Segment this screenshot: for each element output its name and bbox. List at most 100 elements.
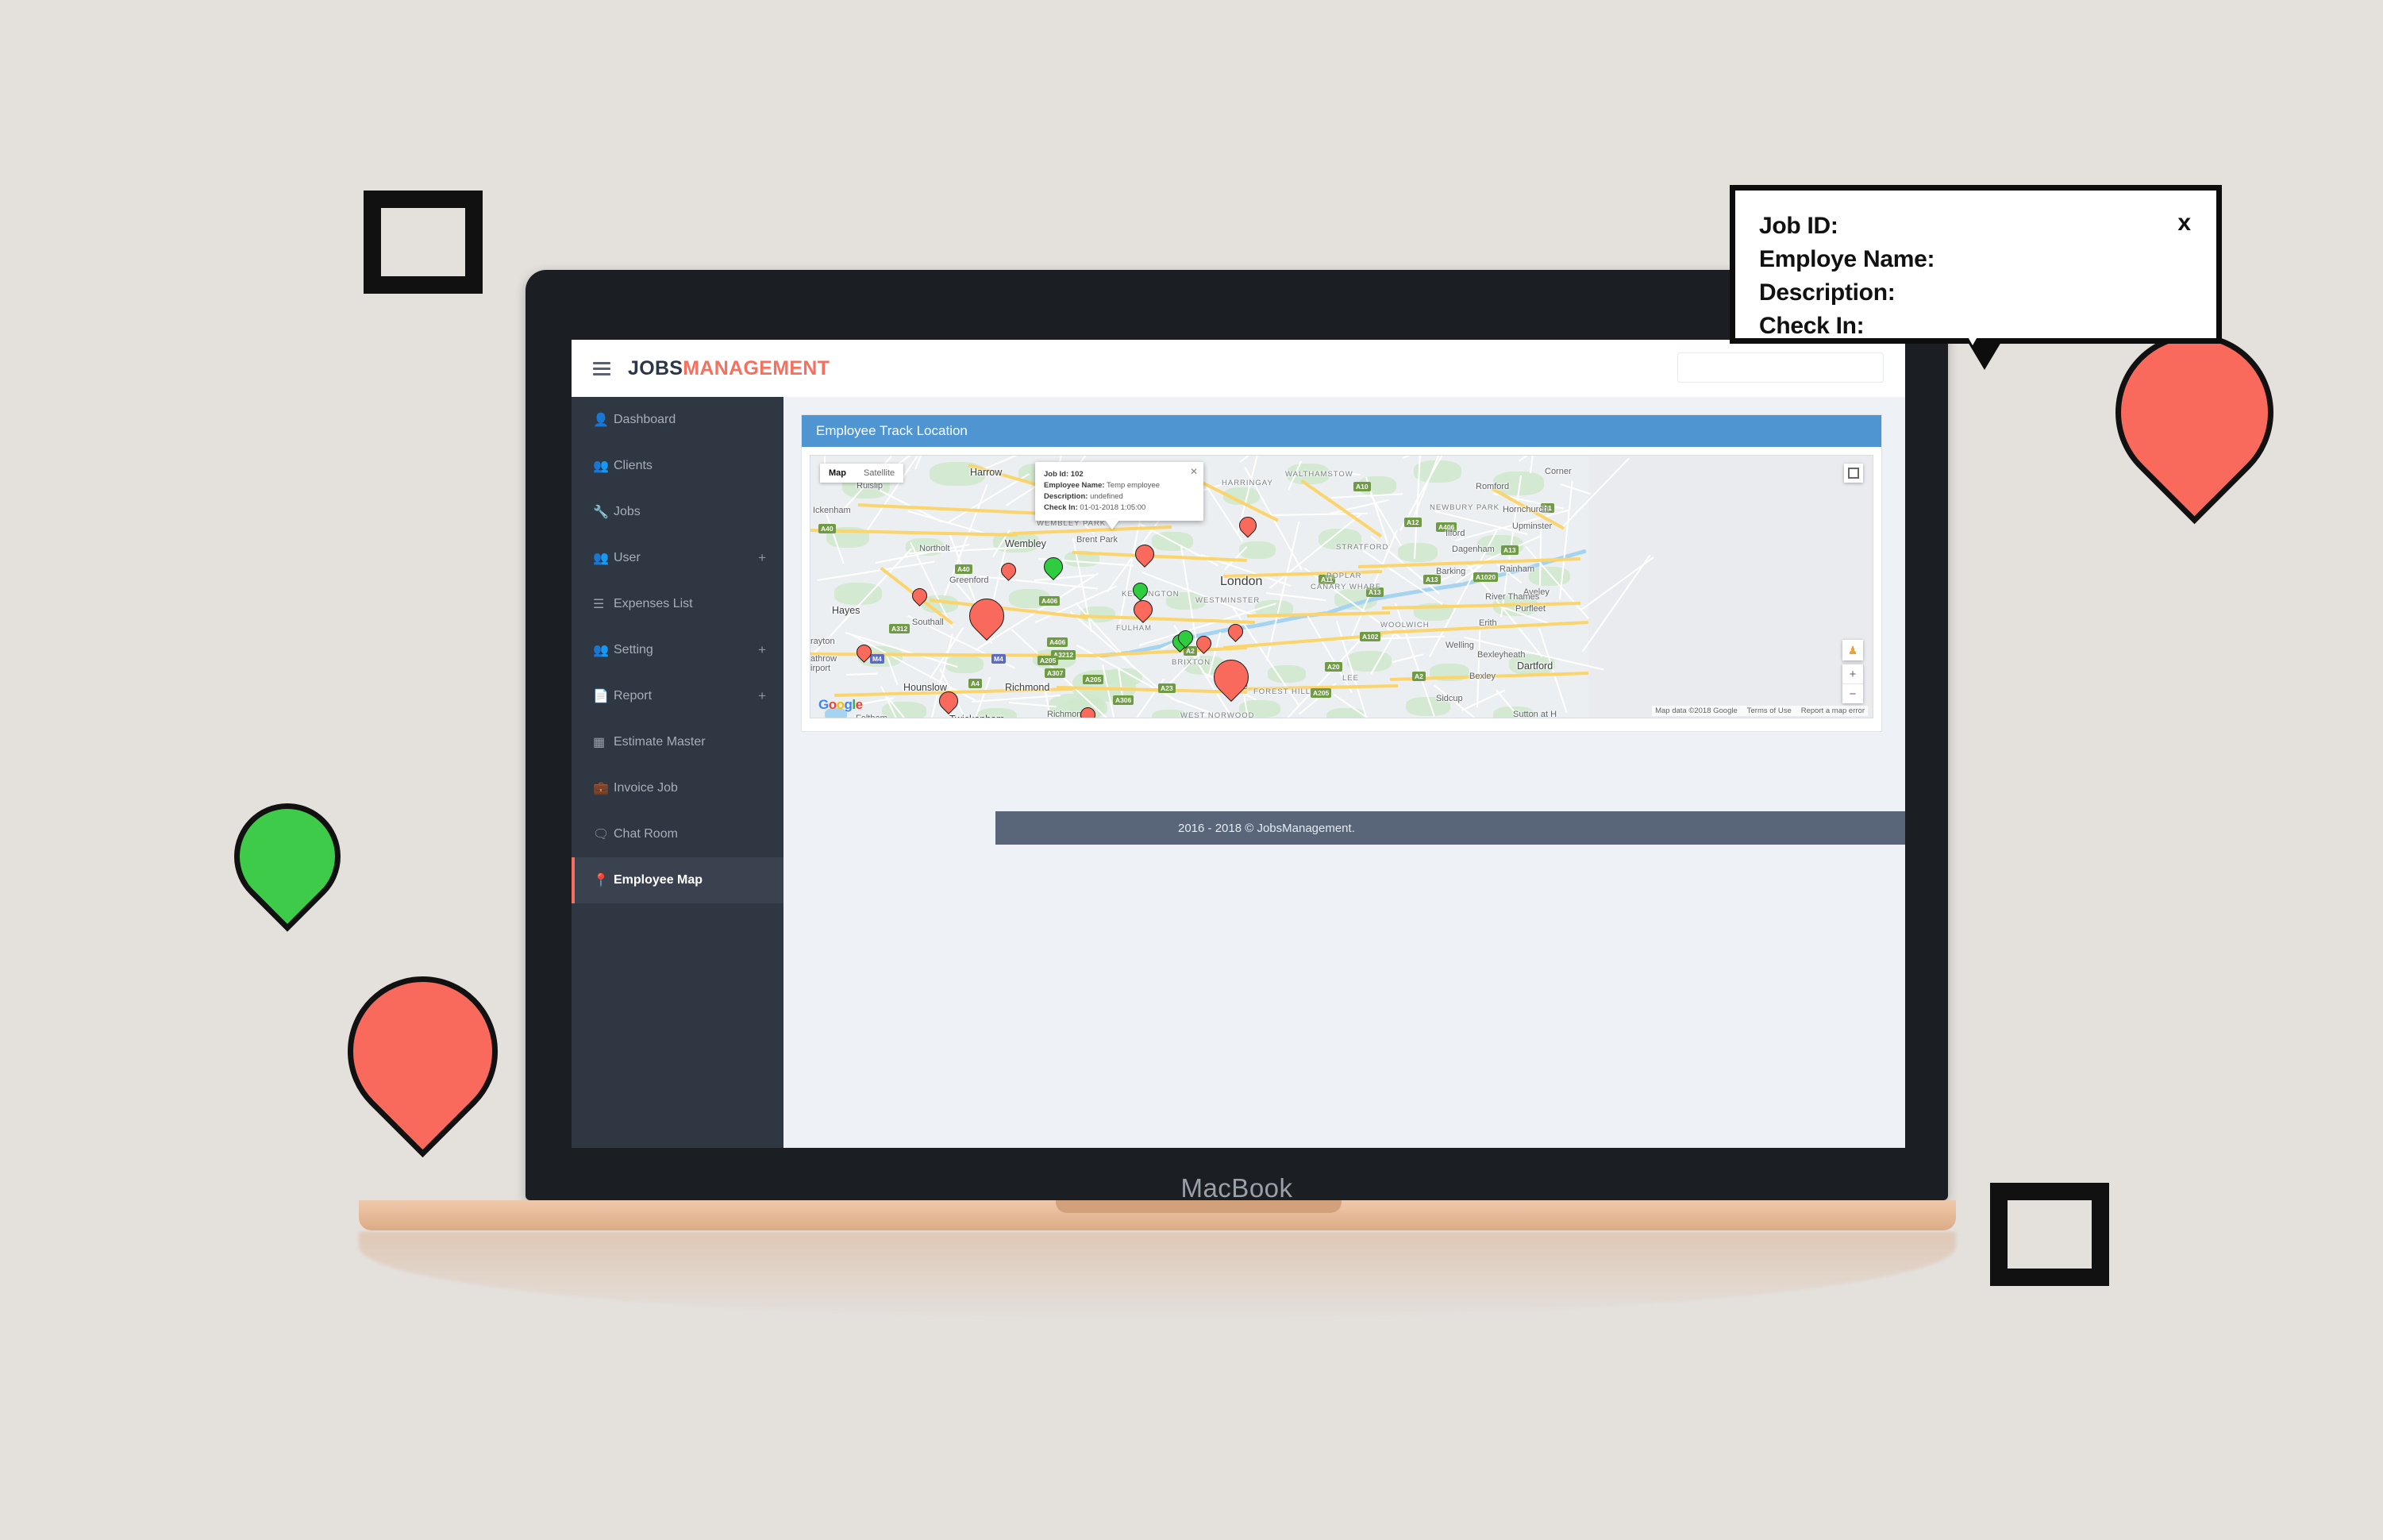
comments-icon: 🗨 [593, 828, 610, 841]
road-shield: A1020 [1473, 572, 1499, 582]
callout-line-description: Description: [1759, 279, 1896, 306]
map-geometry [1582, 554, 1651, 653]
crop-corner-bl [364, 237, 427, 294]
info-checkin-value: 01-01-2018 1:05:00 [1080, 503, 1146, 512]
user-icon: 👤 [593, 414, 609, 427]
map-geometry [1347, 651, 1392, 672]
sidebar-item-setting[interactable]: 👥 Setting + [572, 627, 783, 673]
info-checkin-label: Check In: [1044, 503, 1078, 512]
decorative-map-marker-icon-red-left [316, 945, 529, 1158]
sidebar-item-label: User [614, 551, 641, 564]
map-label: WESTMINSTER [1195, 596, 1261, 605]
brand-part-jobs: JOBS [628, 356, 683, 379]
sidebar-item-label: Expenses List [614, 597, 693, 610]
sidebar-expand-icon[interactable]: + [758, 550, 766, 566]
report-map-error-link[interactable]: Report a map error [1801, 706, 1865, 715]
crop-mark-bottom-right [1990, 1183, 2109, 1286]
macbook-label: MacBook [1180, 1173, 1293, 1203]
sidebar-item-expenses-list[interactable]: ☰ Expenses List [572, 581, 783, 627]
road-shield: A23 [1158, 683, 1176, 693]
sidebar-item-employee-map[interactable]: 📍 Employee Map [572, 857, 783, 903]
map-label: Barking [1436, 567, 1466, 576]
map-attribution: Map data ©2018 Google Terms of Use Repor… [1652, 706, 1868, 716]
sidebar-item-user[interactable]: 👥 User + [572, 535, 783, 581]
map-label: Wembley [1005, 538, 1046, 549]
crop-corner-br [419, 237, 483, 294]
map-label: Dagenham [1452, 545, 1495, 554]
map-label: Greenford [949, 576, 989, 585]
sidebar-item-label: Invoice Job [614, 781, 678, 795]
road-shield: A12 [1404, 518, 1422, 527]
sidebar-item-clients[interactable]: 👥 Clients [572, 443, 783, 489]
terms-of-use-link[interactable]: Terms of Use [1747, 706, 1792, 715]
search-input[interactable] [1677, 352, 1884, 383]
map-canvas[interactable]: A40A40A312A406A406M4M4A4A307A205A306A316… [810, 456, 1873, 718]
road-shield: A406 [1047, 637, 1068, 647]
job-detail-callout: x Job ID: Employe Name: Description: Che… [1730, 185, 2222, 370]
crop-mark-top-left [364, 191, 483, 294]
map-label: Rainham [1499, 564, 1535, 574]
map-type-map[interactable]: Map [820, 464, 855, 483]
map-label: Purfleet [1515, 604, 1546, 614]
road-shield: A2 [1412, 672, 1426, 681]
zoom-in-button[interactable]: + [1842, 664, 1863, 684]
google-map[interactable]: A40A40A312A406A406M4M4A4A307A205A306A316… [810, 455, 1873, 718]
map-label: FULHAM [1116, 624, 1153, 633]
hamburger-menu-icon[interactable] [593, 361, 610, 375]
laptop-notch [1056, 1200, 1342, 1213]
sidebar-item-chat-room[interactable]: 🗨 Chat Room [572, 811, 783, 857]
map-type-control[interactable]: Map Satellite [820, 464, 904, 483]
brand-part-management: MANAGEMENT [683, 356, 830, 379]
fullscreen-icon[interactable] [1844, 464, 1863, 483]
map-label: Bexley [1469, 672, 1496, 681]
map-label: rayton [810, 637, 835, 646]
sidebar-item-jobs[interactable]: 🔧 Jobs [572, 489, 783, 535]
road-shield: A10 [1353, 482, 1371, 491]
map-label: Brent Park [1076, 535, 1118, 545]
map-label: Sidcup [1436, 694, 1463, 703]
zoom-out-button[interactable]: − [1842, 684, 1863, 703]
info-window-close-icon[interactable]: ✕ [1190, 466, 1198, 477]
map-label: Ickenham [813, 506, 851, 515]
map-info-window: ✕ Job Id: 102 Employee Name: Temp employ… [1035, 462, 1203, 529]
info-description-label: Description: [1044, 492, 1088, 501]
sidebar-item-invoice-job[interactable]: 💼 Invoice Job [572, 765, 783, 811]
map-label: Ilford [1446, 529, 1465, 538]
map-label: Dartford [1517, 660, 1553, 672]
road-shield: A307 [1045, 668, 1066, 678]
app-header: JOBSMANAGEMENT [572, 340, 1905, 398]
file-pdf-icon: 📄 [593, 690, 609, 703]
crop-corner-bl [1990, 1229, 2054, 1286]
street-view-pegman-icon[interactable]: ♟ [1842, 640, 1863, 660]
callout-close-button[interactable]: x [2177, 210, 2191, 237]
info-employee-label: Employee Name: [1044, 481, 1105, 490]
map-type-satellite[interactable]: Satellite [855, 464, 903, 483]
copyright-text: 2016 - 2018 © JobsManagement. [1178, 821, 1355, 835]
brand-logo[interactable]: JOBSMANAGEMENT [628, 357, 830, 380]
sidebar-item-report[interactable]: 📄 Report + [572, 673, 783, 719]
sidebar-item-label: Clients [614, 459, 653, 472]
google-logo: Google [818, 697, 863, 712]
sidebar-item-estimate-master[interactable]: ▦ Estimate Master [572, 719, 783, 765]
sidebar-item-label: Employee Map [614, 873, 703, 887]
sidebar-expand-icon[interactable]: + [758, 642, 766, 658]
map-zoom-control[interactable]: + − [1842, 664, 1863, 703]
crop-corner-br [2046, 1229, 2109, 1286]
road-shield: M4 [870, 654, 884, 664]
map-label: Corner [1545, 467, 1572, 476]
callout-line-job-id: Job ID: [1759, 213, 1838, 239]
sidebar-expand-icon[interactable]: + [758, 688, 766, 704]
map-label: Sutton at H [1513, 710, 1557, 718]
map-label: Northolt [919, 544, 950, 553]
road-shield: A40 [818, 524, 836, 533]
map-label: Erith [1479, 618, 1497, 628]
road-shield: A20 [1325, 662, 1342, 672]
list-icon: ☰ [593, 598, 605, 611]
sidebar-item-dashboard[interactable]: 👤 Dashboard [572, 397, 783, 443]
map-label: athrow [810, 654, 837, 664]
map-label: Twickenham [949, 714, 1004, 718]
map-label: BRIXTON [1172, 658, 1211, 667]
sidebar-nav: 👤 Dashboard 👥 Clients 🔧 Jobs 👥 User + ☰ Expenses L… [572, 397, 783, 1148]
screen-viewport: JOBSMANAGEMENT 👤 Dashboard 👥 Clients 🔧 Jobs 👥 U… [572, 340, 1905, 1148]
employee-track-panel: Employee Track Location A40 A40 A312 A406 A4… [801, 414, 1882, 732]
